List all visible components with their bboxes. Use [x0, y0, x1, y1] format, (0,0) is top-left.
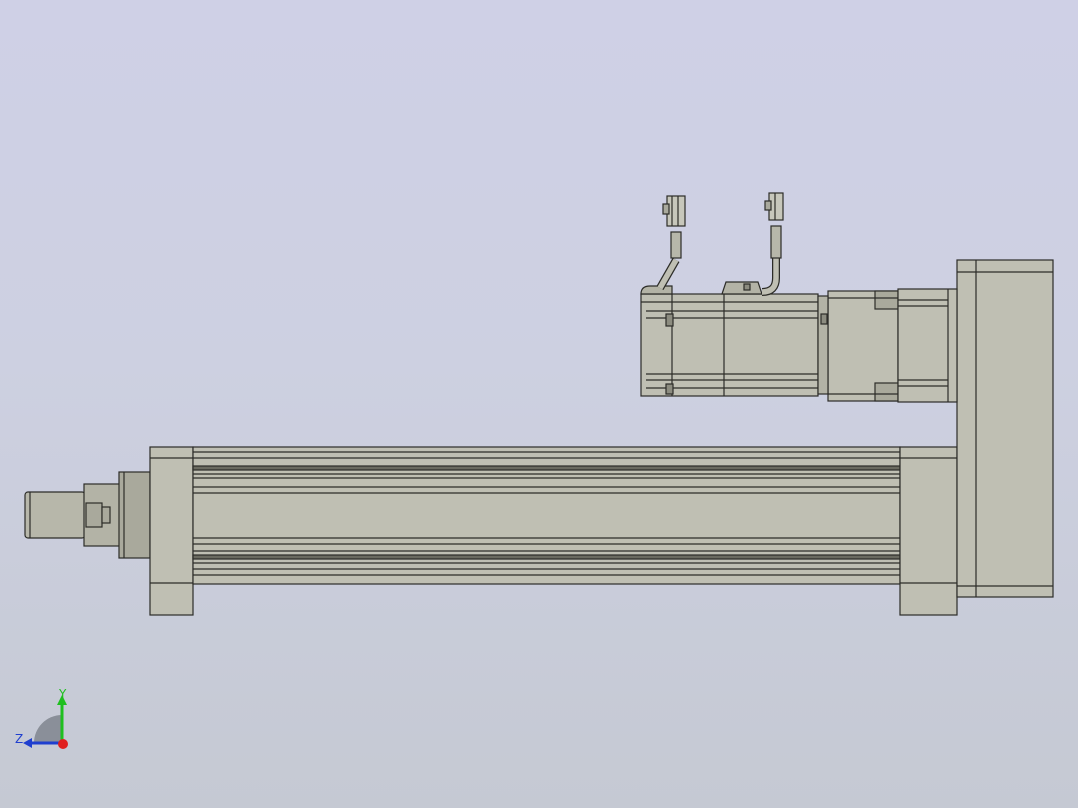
front-end-block	[149, 446, 194, 616]
motor-adapter	[827, 288, 958, 403]
pulley-housing	[956, 259, 1054, 598]
rear-end-block	[899, 446, 958, 616]
graphics-viewport[interactable]: Y Z	[0, 0, 1078, 808]
y-axis-label: Y	[58, 687, 67, 701]
view-orientation-triad: Y Z	[15, 687, 68, 749]
triad-plane	[34, 715, 62, 743]
encoder-cable	[761, 192, 784, 296]
servo-motor	[640, 281, 829, 397]
rod-end	[24, 471, 151, 559]
linear-actuator-assembly[interactable]	[24, 192, 1054, 616]
power-cable	[656, 195, 686, 290]
x-axis-point	[58, 739, 68, 749]
actuator-body	[192, 446, 901, 585]
cad-model-view[interactable]	[0, 0, 1078, 808]
z-axis-label: Z	[15, 732, 23, 746]
